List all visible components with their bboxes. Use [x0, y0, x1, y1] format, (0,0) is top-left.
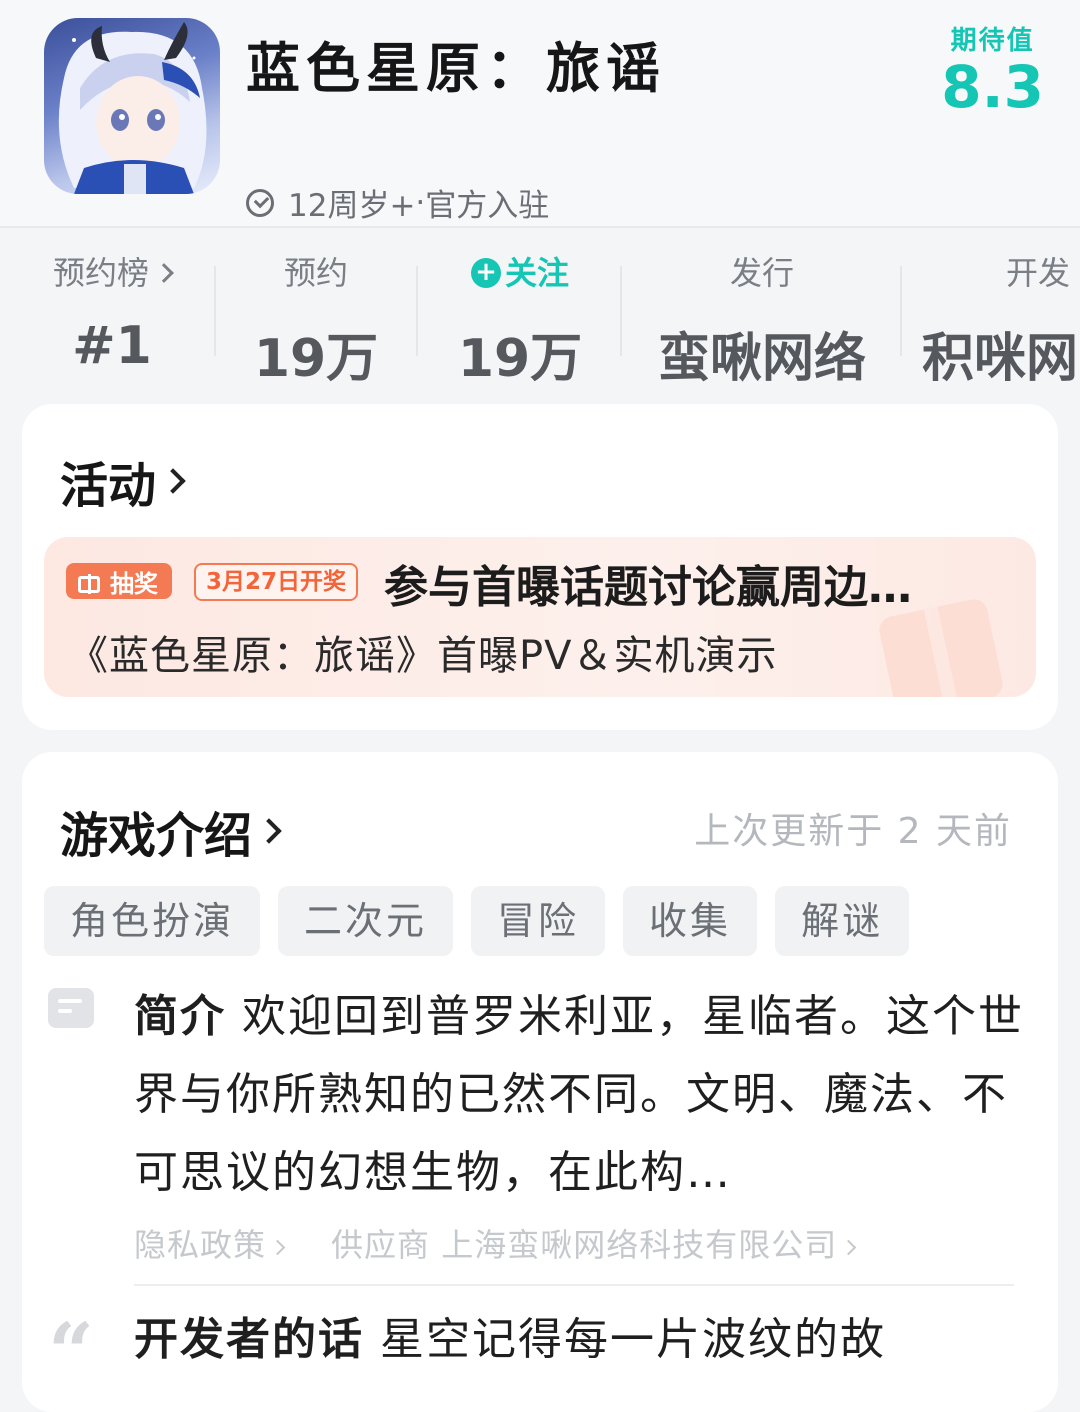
stat-publisher-value: 蛮啾网络 — [657, 329, 866, 389]
chevron-right-icon — [256, 818, 282, 844]
stat-reservations-value: 19万 — [253, 329, 379, 389]
supplier-label: 供应商 上海蛮啾网络科技有限公司 — [331, 1226, 838, 1264]
supplier-link[interactable]: 供应商 上海蛮啾网络科技有限公司 — [331, 1220, 857, 1266]
last-updated: 上次更新于 2 天前 — [694, 811, 1012, 852]
game-intro-card: 游戏介绍 上次更新于 2 天前 角色扮演 二次元 冒险 收集 解谜 简介 欢迎回… — [22, 752, 1058, 1412]
privacy-policy-link[interactable]: 隐私政策 — [134, 1220, 286, 1266]
expectation-score[interactable]: 期待值 8.3 — [941, 20, 1044, 121]
chevron-right-icon — [160, 468, 186, 494]
tag-chip[interactable]: 收集 — [623, 886, 758, 956]
gift-icon — [76, 568, 104, 594]
activity-title: 活动 — [60, 458, 157, 514]
stat-ranking-label: 预约榜 — [52, 254, 149, 292]
draw-date-badge: 3月27日开奖 — [194, 563, 359, 601]
stat-divider — [900, 266, 902, 356]
official-label: 官方入驻 — [425, 188, 550, 224]
tag-chip[interactable]: 二次元 — [278, 886, 454, 956]
summary-text: 欢迎回到普罗米利亚，星临者。这个世界与你所熟知的已然不同。文明、魔法、不可思议的… — [134, 991, 1024, 1198]
stat-reservations-label: 预约 — [283, 254, 348, 292]
app-title: 蓝色星原：旅谣 — [246, 37, 666, 100]
event-title: 参与首曝话题讨论赢周边… — [384, 562, 912, 613]
stat-divider — [416, 266, 418, 356]
follow-plus-icon: + — [470, 258, 501, 288]
stat-ranking[interactable]: 预约榜 #1 — [44, 250, 180, 376]
expectation-value: 8.3 — [941, 53, 1044, 121]
app-meta: 12周岁+ · 官方入驻 — [246, 180, 549, 225]
stat-divider — [214, 266, 216, 356]
app-icon[interactable] — [44, 18, 220, 194]
chevron-right-icon — [154, 263, 174, 283]
lottery-badge: 抽奖 — [66, 563, 172, 599]
tag-list: 角色扮演 二次元 冒险 收集 解谜 — [44, 886, 910, 956]
dev-words-text: 星空记得每一片波纹的故 — [364, 1314, 886, 1365]
app-header: 蓝色星原：旅谣 12周岁+ · 官方入驻 期待值 8.3 — [0, 0, 1080, 226]
expectation-label: 期待值 — [950, 26, 1035, 56]
stat-developer-label: 开发 — [1006, 254, 1071, 292]
stat-publisher[interactable]: 发行 蛮啾网络 — [640, 250, 884, 391]
quote-icon: “ — [48, 1305, 95, 1399]
activity-card: 活动 抽奖 3月27日开奖 参与首曝话题讨论赢周边… 《蓝色星原：旅谣》首曝PV… — [22, 404, 1058, 730]
stat-ranking-value: #1 — [72, 316, 152, 376]
tag-chip[interactable]: 角色扮演 — [44, 886, 261, 956]
verified-check-icon — [246, 188, 274, 217]
stat-publisher-label: 发行 — [729, 254, 794, 292]
stat-developer[interactable]: 开发 积咪网 — [922, 250, 1080, 391]
stat-developer-value: 积咪网 — [922, 329, 1079, 389]
chevron-right-icon — [269, 1239, 286, 1255]
stat-follows-value: 19万 — [457, 329, 583, 389]
stat-reservations: 预约 19万 — [246, 250, 386, 391]
age-rating: 12周岁+ — [288, 188, 416, 224]
tag-chip[interactable]: 解谜 — [775, 886, 910, 956]
summary-label: 简介 — [134, 991, 226, 1042]
event-subtitle: 《蓝色星原：旅谣》首曝PV＆实机演示 — [68, 633, 778, 679]
intro-header[interactable]: 游戏介绍 — [60, 796, 282, 866]
meta-separator: · — [415, 184, 426, 221]
tag-chip[interactable]: 冒险 — [471, 886, 606, 956]
lottery-badge-label: 抽奖 — [110, 569, 158, 598]
legal-links: 隐私政策 供应商 上海蛮啾网络科技有限公司 — [134, 1220, 857, 1266]
activity-header[interactable]: 活动 — [60, 446, 186, 516]
stats-row: 预约榜 #1 预约 19万 + 关注 19万 发行 蛮啾网络 开发 积咪网 — [0, 228, 1080, 398]
section-divider — [134, 1284, 1014, 1286]
dev-words-label: 开发者的话 — [134, 1314, 364, 1365]
event-banner[interactable]: 抽奖 3月27日开奖 参与首曝话题讨论赢周边… 《蓝色星原：旅谣》首曝PV＆实机… — [44, 537, 1036, 697]
description-icon — [48, 988, 94, 1028]
chevron-right-icon — [840, 1239, 857, 1255]
stat-divider — [620, 266, 622, 356]
follow-label: 关注 — [504, 254, 569, 292]
follow-button[interactable]: + 关注 19万 — [448, 250, 592, 391]
privacy-policy-label: 隐私政策 — [134, 1226, 267, 1264]
developer-words[interactable]: 开发者的话 星空记得每一片波纹的故 — [134, 1308, 886, 1372]
intro-title: 游戏介绍 — [60, 808, 253, 864]
game-description[interactable]: 简介 欢迎回到普罗米利亚，星临者。这个世界与你所熟知的已然不同。文明、魔法、不可… — [134, 978, 1024, 1212]
